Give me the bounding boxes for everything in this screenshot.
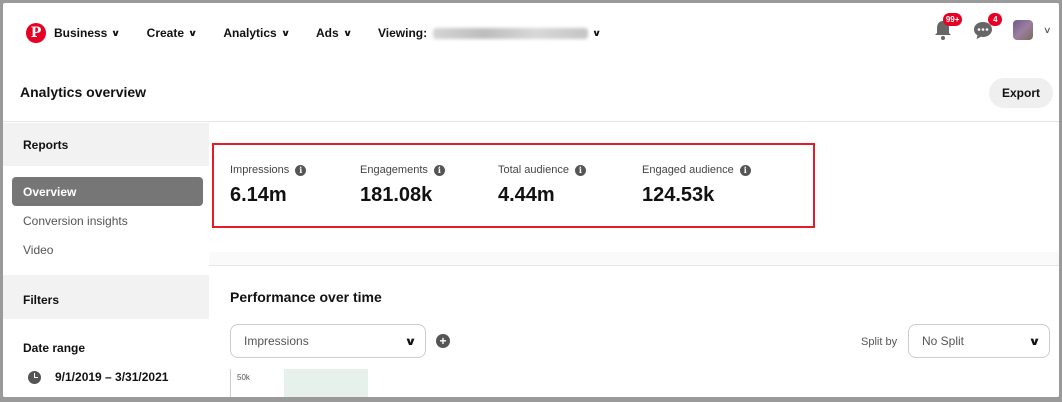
nav-ads-label: Ads — [316, 26, 339, 40]
viewing-account-selector[interactable]: Viewing: ∨ — [378, 26, 602, 40]
nav-analytics[interactable]: Analytics ∨ — [223, 26, 291, 40]
section-separator-band — [209, 252, 1059, 265]
metric-impressions: Impressions i 6.14m — [230, 164, 307, 207]
chevron-down-icon: ∨ — [111, 27, 121, 38]
page-title: Analytics overview — [20, 84, 147, 100]
chevron-down-icon: ∨ — [280, 27, 291, 38]
nav-ads[interactable]: Ads ∨ — [316, 26, 353, 40]
metric-value: 6.14m — [230, 184, 287, 206]
blurred-account-name — [433, 27, 589, 39]
nav-business[interactable]: Business ∨ — [54, 26, 121, 40]
viewing-label: Viewing: — [378, 26, 428, 40]
notifications-badge: 99+ — [942, 13, 963, 26]
clock-icon — [28, 370, 41, 384]
messages-button[interactable]: 4 — [970, 13, 1003, 43]
performance-chart: 50k — [230, 369, 1050, 397]
add-metric-icon[interactable]: + — [436, 334, 450, 348]
sidebar-reports-heading: Reports — [23, 138, 69, 152]
sidebar-item-video[interactable]: Video — [3, 235, 209, 264]
info-icon[interactable]: i — [433, 164, 445, 176]
metric-label: Engagements i — [360, 164, 445, 176]
metric-label-text: Engagements — [360, 164, 428, 176]
metric-engaged-audience: Engaged audience i 124.53k — [642, 164, 751, 207]
section-divider — [209, 265, 1059, 266]
chevron-down-icon: ∨ — [1028, 336, 1041, 348]
metric-value: 4.44m — [498, 184, 555, 206]
performance-title: Performance over time — [230, 289, 382, 305]
avatar — [1013, 20, 1034, 40]
export-button[interactable]: Export — [988, 78, 1053, 108]
metric-select[interactable]: Impressions ∨ — [230, 324, 426, 358]
date-range-heading: Date range — [23, 341, 86, 355]
chevron-down-icon: ∨ — [404, 336, 417, 348]
nav-analytics-label: Analytics — [223, 26, 277, 40]
top-nav: P Business ∨ Create ∨ Analytics ∨ Ads ∨ … — [3, 3, 1059, 63]
sidebar-item-conversion-insights[interactable]: Conversion insights — [3, 206, 209, 235]
sidebar: Reports Overview Conversion insights Vid… — [3, 123, 209, 397]
nav-create[interactable]: Create ∨ — [146, 26, 198, 40]
main-content: Impressions i 6.14m Engagements i 181.08… — [209, 123, 1059, 397]
nav-right-icons: 99+ 4 ∨ — [930, 13, 1052, 43]
pinterest-logo-icon[interactable]: P — [26, 23, 46, 43]
filters-block: Date range 9/1/2019 – 3/31/2021 — [3, 319, 209, 397]
info-icon[interactable]: i — [295, 164, 307, 176]
split-select[interactable]: No Split ∨ — [908, 324, 1050, 358]
metric-label: Total audience i — [498, 164, 586, 176]
metric-label-text: Total audience — [498, 164, 569, 176]
sidebar-item-overview[interactable]: Overview — [12, 177, 203, 206]
chevron-down-icon[interactable]: ∨ — [1043, 25, 1052, 36]
metric-label: Impressions i — [230, 164, 307, 176]
metric-value: 181.08k — [360, 184, 433, 206]
app-window: P Business ∨ Create ∨ Analytics ∨ Ads ∨ … — [3, 3, 1059, 397]
chevron-down-icon: ∨ — [592, 27, 602, 38]
metric-label: Engaged audience i — [642, 164, 751, 176]
messages-badge: 4 — [988, 13, 1003, 26]
reports-list: Overview Conversion insights Video — [3, 166, 209, 275]
chevron-down-icon: ∨ — [187, 27, 198, 38]
metric-value: 124.53k — [642, 184, 715, 206]
info-icon[interactable]: i — [574, 164, 586, 176]
sidebar-filters-heading: Filters — [23, 293, 60, 307]
info-icon[interactable]: i — [739, 164, 751, 176]
date-range-value: 9/1/2019 – 3/31/2021 — [55, 370, 169, 384]
account-menu-button[interactable] — [1010, 17, 1036, 43]
metric-total-audience: Total audience i 4.44m — [498, 164, 586, 207]
notifications-button[interactable]: 99+ — [930, 13, 963, 43]
nav-create-label: Create — [146, 26, 185, 40]
y-axis-tick: 50k — [237, 373, 250, 382]
split-select-value: No Split — [922, 334, 965, 348]
split-by-label: Split by — [861, 336, 898, 348]
metric-label-text: Impressions — [230, 164, 290, 176]
metric-select-value: Impressions — [244, 334, 309, 348]
metric-engagements: Engagements i 181.08k — [360, 164, 445, 207]
chevron-down-icon: ∨ — [342, 27, 353, 38]
nav-business-label: Business — [54, 26, 108, 40]
page-header: Analytics overview Export — [3, 63, 1059, 122]
date-range-selector[interactable]: 9/1/2019 – 3/31/2021 — [3, 370, 168, 384]
metrics-summary: Impressions i 6.14m Engagements i 181.08… — [212, 143, 815, 228]
chart-bar — [284, 369, 368, 397]
metric-label-text: Engaged audience — [642, 164, 734, 176]
